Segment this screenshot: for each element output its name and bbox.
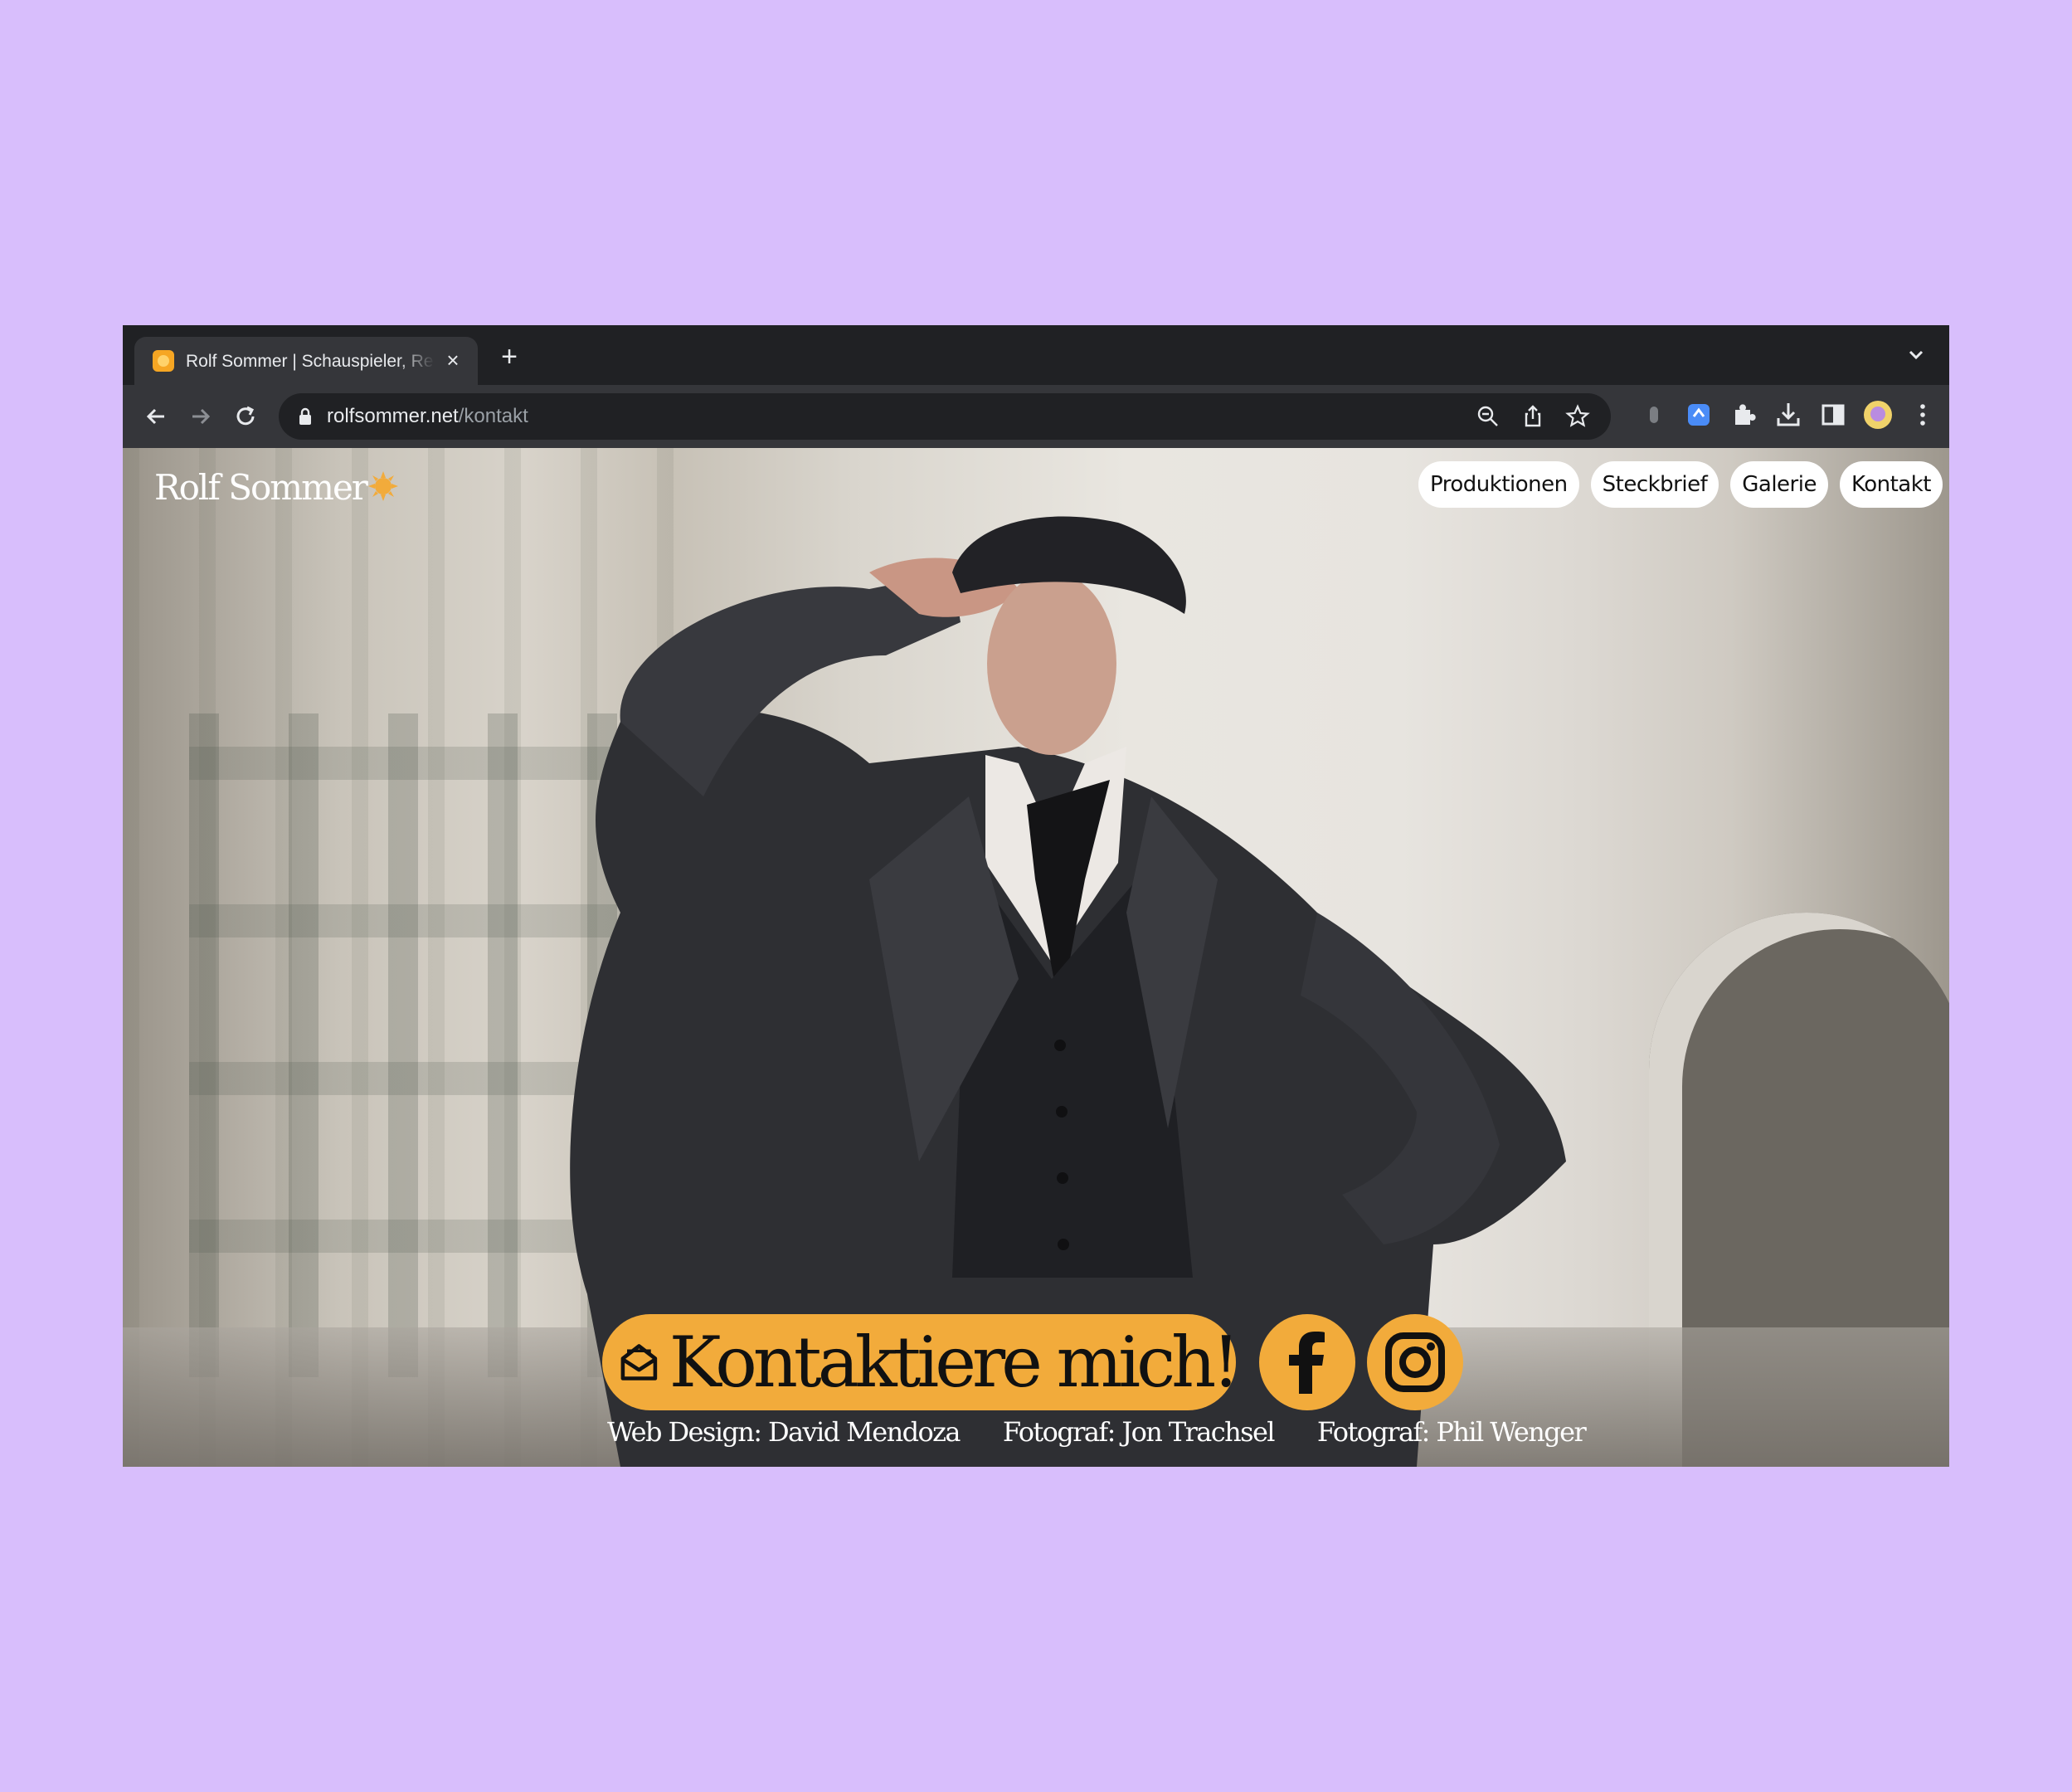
facebook-icon — [1289, 1332, 1325, 1394]
tab-search-chevron-icon[interactable] — [1903, 342, 1929, 368]
credit-webdesign[interactable]: Web Design: David Mendoza — [607, 1415, 961, 1449]
lock-icon — [299, 407, 311, 425]
nav-galerie[interactable]: Galerie — [1730, 461, 1828, 508]
new-tab-button[interactable]: + — [493, 340, 526, 373]
logo-text: Rolf Sommer — [154, 467, 368, 508]
instagram-button[interactable] — [1367, 1314, 1463, 1410]
facebook-button[interactable] — [1259, 1314, 1355, 1410]
extension-gray-icon[interactable] — [1637, 398, 1671, 431]
star-icon[interactable] — [1564, 403, 1591, 430]
url-path: /kontakt — [458, 405, 528, 427]
zoom-icon[interactable] — [1475, 403, 1501, 430]
instagram-icon — [1385, 1332, 1445, 1392]
extensions-icon[interactable] — [1727, 398, 1760, 431]
address-bar[interactable]: rolfsommer.net/kontakt — [279, 393, 1611, 440]
url-host: rolfsommer.net — [327, 405, 459, 427]
credit-photographer-1[interactable]: Fotograf: Jon Trachsel — [1003, 1415, 1276, 1449]
favicon-icon — [153, 350, 174, 372]
sun-icon — [367, 471, 398, 501]
share-icon[interactable] — [1520, 403, 1546, 430]
profile-avatar[interactable] — [1861, 398, 1894, 431]
tab-title: Rolf Sommer | Schauspieler, Regisseur — [186, 352, 435, 371]
reload-icon[interactable] — [229, 400, 262, 433]
more-icon[interactable] — [1906, 398, 1939, 431]
close-tab-icon[interactable]: × — [440, 347, 466, 373]
url-text: rolfsommer.net/kontakt — [327, 404, 528, 429]
browser-window: Rolf Sommer | Schauspieler, Regisseur × … — [123, 325, 1949, 1467]
forward-icon[interactable] — [184, 400, 217, 433]
toolbar: rolfsommer.net/kontakt — [123, 385, 1949, 448]
contact-button-label: Kontaktiere mich! — [669, 1322, 1240, 1403]
photo-credits: Web Design: David Mendoza Fotograf: Jon … — [607, 1415, 1587, 1449]
nav-kontakt[interactable]: Kontakt — [1839, 461, 1943, 508]
sidepanel-icon[interactable] — [1817, 398, 1850, 431]
back-icon[interactable] — [139, 400, 173, 433]
extension-blue-icon[interactable] — [1682, 398, 1715, 431]
page-content: Rolf Sommer Produktionen Steckbrief Gale… — [123, 448, 1949, 1467]
nav-steckbrief[interactable]: Steckbrief — [1590, 461, 1719, 508]
nav-produktionen[interactable]: Produktionen — [1418, 461, 1579, 508]
tab-strip: Rolf Sommer | Schauspieler, Regisseur × … — [123, 325, 1949, 385]
envelope-icon — [620, 1344, 658, 1381]
credit-photographer-2[interactable]: Fotograf: Phil Wenger — [1317, 1415, 1587, 1449]
tab-active[interactable]: Rolf Sommer | Schauspieler, Regisseur × — [134, 337, 478, 385]
site-logo[interactable]: Rolf Sommer — [154, 465, 398, 511]
download-icon[interactable] — [1772, 398, 1805, 431]
contact-button[interactable]: Kontaktiere mich! — [602, 1314, 1240, 1410]
main-navigation: Produktionen Steckbrief Galerie Kontakt — [1418, 461, 1943, 508]
